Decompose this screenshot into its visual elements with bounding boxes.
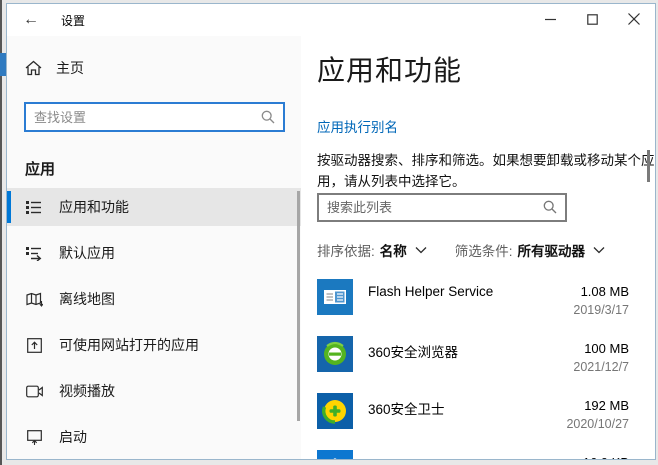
- sidebar-item-label: 离线地图: [59, 289, 115, 309]
- 360-browser-icon: [317, 336, 353, 372]
- app-size: 16.0 KB: [573, 455, 629, 459]
- filter-by-label: 筛选条件:: [455, 240, 513, 260]
- description-text: 按驱动器搜索、排序和筛选。如果想要卸载或移动某个应用，请从列表中选择它。: [317, 151, 655, 193]
- sidebar-home-label: 主页: [56, 58, 84, 78]
- sidebar-item-offline-maps[interactable]: 离线地图: [7, 280, 301, 318]
- startup-icon: [25, 430, 43, 445]
- sidebar-item-apps-for-websites[interactable]: 可使用网站打开的应用: [7, 326, 301, 364]
- app-size: 192 MB: [566, 398, 629, 413]
- sidebar-item-label: 应用和功能: [59, 197, 129, 217]
- sidebar-item-startup[interactable]: 启动: [7, 418, 301, 456]
- offline-maps-icon: [25, 292, 43, 307]
- home-icon: [25, 60, 42, 76]
- app-row-360-browser[interactable]: 360安全浏览器 100 MB 2021/12/7: [317, 333, 629, 390]
- video-playback-icon: [25, 385, 43, 398]
- settings-search-input[interactable]: [34, 110, 261, 125]
- minimize-button[interactable]: [529, 4, 571, 34]
- app-date: 2019/3/17: [573, 303, 629, 317]
- sidebar-item-label: 视频播放: [59, 381, 115, 401]
- app-row-360-safe[interactable]: 360安全卫士 192 MB 2020/10/27: [317, 390, 629, 447]
- apps-for-websites-icon: [25, 338, 43, 353]
- sidebar-item-apps-features[interactable]: 应用和功能: [7, 188, 301, 226]
- sort-by-value[interactable]: 名称: [380, 240, 407, 260]
- 3d-viewer-icon: [317, 450, 353, 459]
- app-execution-aliases-link[interactable]: 应用执行别名: [317, 116, 398, 136]
- settings-search-box: [24, 102, 285, 132]
- close-icon: [628, 13, 640, 25]
- app-body: 主页 应用: [7, 36, 655, 459]
- app-name: 360安全卫士: [368, 390, 566, 418]
- sidebar-scrollbar[interactable]: [297, 191, 300, 421]
- sidebar-item-default-apps[interactable]: 默认应用: [7, 234, 301, 272]
- window-controls: [529, 4, 655, 36]
- app-meta: 16.0 KB 2021/9/28: [573, 447, 629, 459]
- search-icon: [261, 110, 275, 124]
- sidebar-item-label: 可使用网站打开的应用: [59, 335, 199, 355]
- app-list: Flash Helper Service 1.08 MB 2019/3/17: [317, 276, 629, 459]
- chevron-down-icon[interactable]: [593, 246, 605, 254]
- close-button[interactable]: [613, 4, 655, 34]
- search-icon: [543, 200, 557, 214]
- app-row-flash-helper[interactable]: Flash Helper Service 1.08 MB 2019/3/17: [317, 276, 629, 333]
- window-title: 设置: [61, 12, 85, 29]
- sidebar-item-video-playback[interactable]: 视频播放: [7, 372, 301, 410]
- app-date: 2021/12/7: [573, 360, 629, 374]
- sort-by-label: 排序依据:: [317, 240, 375, 260]
- main-scrollbar[interactable]: [647, 150, 650, 182]
- 360-safe-icon: [317, 393, 353, 429]
- settings-window: ← 设置 主页: [6, 3, 656, 460]
- app-row-3d-viewer[interactable]: 3D 查看器 Microsoft Corporation 16.0 KB 202…: [317, 447, 629, 459]
- app-size: 1.08 MB: [573, 284, 629, 299]
- sidebar-item-home[interactable]: 主页: [25, 58, 301, 78]
- filter-group: 筛选条件: 所有驱动器: [455, 240, 605, 260]
- chevron-down-icon[interactable]: [415, 246, 427, 254]
- back-button[interactable]: ←: [15, 8, 47, 32]
- titlebar: ← 设置: [7, 4, 655, 36]
- default-apps-icon: [25, 246, 43, 261]
- minimize-icon: [545, 14, 556, 25]
- maximize-icon: [587, 14, 598, 25]
- back-arrow-icon: ←: [23, 11, 39, 29]
- app-list-search-input[interactable]: [327, 200, 543, 215]
- flash-helper-icon: [317, 279, 353, 315]
- app-size: 100 MB: [573, 341, 629, 356]
- maximize-button[interactable]: [571, 4, 613, 34]
- app-name: 3D 查看器: [368, 447, 573, 459]
- sort-filter-row: 排序依据: 名称 筛选条件: 所有驱动器: [317, 240, 655, 260]
- page-title: 应用和功能: [317, 49, 655, 83]
- sidebar-nav: 应用和功能 默认应用: [7, 188, 301, 456]
- apps-features-icon: [25, 200, 43, 215]
- sidebar-section-apps: 应用: [25, 158, 301, 176]
- app-name: 360安全浏览器: [368, 333, 573, 361]
- app-name: Flash Helper Service: [368, 276, 573, 299]
- app-meta: 100 MB 2021/12/7: [573, 333, 629, 374]
- app-meta: 1.08 MB 2019/3/17: [573, 276, 629, 317]
- sidebar-item-label: 启动: [59, 427, 87, 447]
- sidebar-item-label: 默认应用: [59, 243, 115, 263]
- app-list-search-box: [317, 193, 567, 222]
- app-date: 2020/10/27: [566, 417, 629, 431]
- filter-by-value[interactable]: 所有驱动器: [518, 240, 586, 260]
- sidebar: 主页 应用: [7, 36, 301, 459]
- main-content: 应用和功能 应用执行别名 按驱动器搜索、排序和筛选。如果想要卸载或移动某个应用，…: [301, 36, 655, 459]
- app-meta: 192 MB 2020/10/27: [566, 390, 629, 431]
